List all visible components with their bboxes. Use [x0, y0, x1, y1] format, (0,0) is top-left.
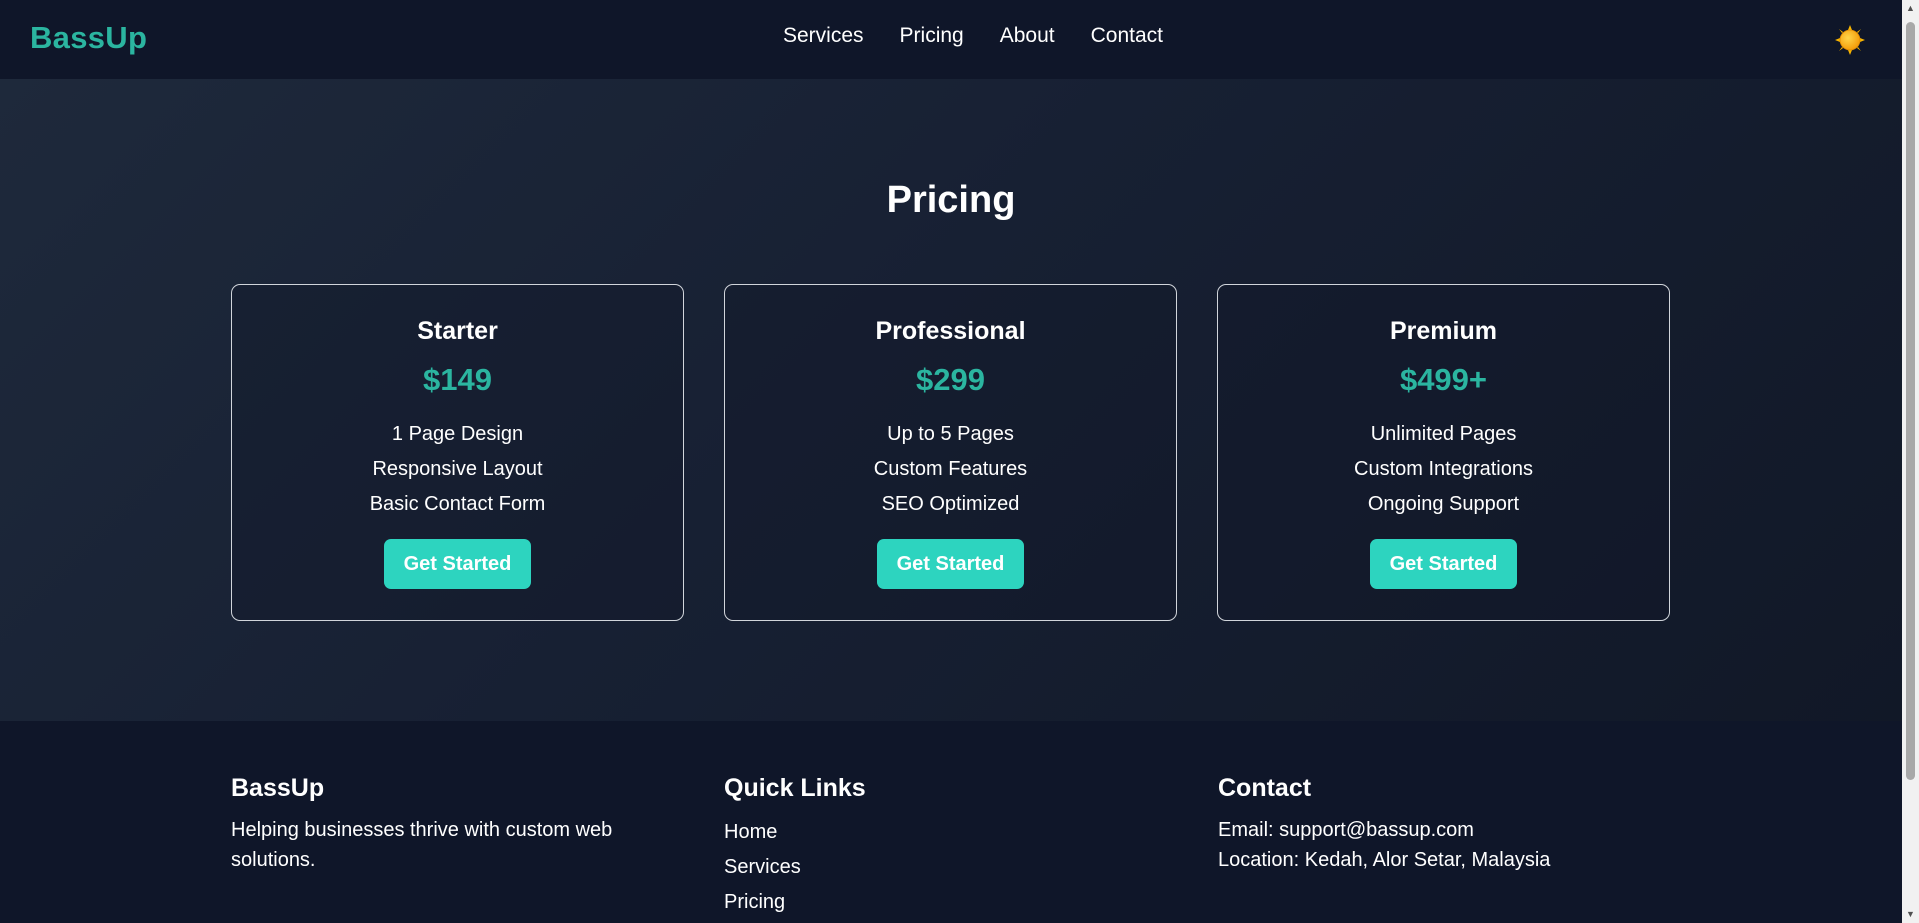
footer-link-pricing[interactable]: Pricing — [724, 885, 866, 920]
scrollbar-thumb[interactable] — [1906, 22, 1915, 780]
vertical-scrollbar[interactable]: ▲ ▼ — [1902, 0, 1919, 923]
footer-contact: Contact Email: support@bassup.com Locati… — [1218, 774, 1550, 875]
plan-price: $299 — [916, 362, 985, 397]
nav-link-about[interactable]: About — [1000, 24, 1055, 48]
pricing-title: Pricing — [886, 179, 1016, 221]
navbar: BassUp Services Pricing About Contact — [0, 0, 1902, 79]
plan-feature: Unlimited Pages — [1370, 423, 1517, 445]
plan-features: 1 Page Design Responsive Layout Basic Co… — [232, 417, 683, 522]
plan-feature: Responsive Layout — [372, 458, 543, 480]
plan-feature: Up to 5 Pages — [887, 423, 1014, 445]
footer-link-services[interactable]: Services — [724, 850, 866, 885]
footer-contact-title: Contact — [1218, 774, 1312, 802]
footer-brand-title: BassUp — [231, 774, 325, 802]
footer-contact-email: Email: support@bassup.com — [1218, 819, 1474, 841]
get-started-button-premium[interactable]: Get Started — [1369, 539, 1518, 589]
plan-card-starter: Starter $149 1 Page Design Responsive La… — [231, 284, 684, 621]
sun-icon[interactable] — [1834, 24, 1866, 56]
plan-feature: Custom Features — [873, 458, 1028, 480]
plan-name: Professional — [875, 317, 1026, 345]
nav-link-contact[interactable]: Contact — [1091, 24, 1163, 48]
footer-brand: BassUp Helping businesses thrive with cu… — [231, 774, 661, 875]
plan-features: Unlimited Pages Custom Integrations Ongo… — [1218, 417, 1669, 522]
plan-card-professional: Professional $299 Up to 5 Pages Custom F… — [724, 284, 1177, 621]
plan-feature: Custom Integrations — [1354, 458, 1533, 480]
pricing-section: Pricing Starter $149 1 Page Design Respo… — [0, 79, 1902, 721]
nav-link-pricing[interactable]: Pricing — [900, 24, 964, 48]
plan-name: Starter — [417, 317, 498, 345]
plan-card-premium: Premium $499+ Unlimited Pages Custom Int… — [1217, 284, 1670, 621]
get-started-button-professional[interactable]: Get Started — [876, 539, 1025, 589]
scroll-down-arrow-icon[interactable]: ▼ — [1902, 906, 1919, 923]
scroll-up-arrow-icon[interactable]: ▲ — [1902, 0, 1919, 17]
plan-price: $499+ — [1399, 362, 1488, 397]
footer-contact-location: Location: Kedah, Alor Setar, Malaysia — [1218, 849, 1551, 871]
footer-brand-text: Helping businesses thrive with custom we… — [231, 819, 613, 871]
plan-feature: Ongoing Support — [1367, 493, 1520, 515]
plan-feature: Basic Contact Form — [369, 493, 546, 515]
logo[interactable]: BassUp — [30, 20, 147, 56]
nav-links: Services Pricing About Contact — [783, 24, 1163, 48]
footer-link-home[interactable]: Home — [724, 815, 866, 850]
footer: BassUp Helping businesses thrive with cu… — [0, 721, 1902, 923]
nav-link-services[interactable]: Services — [783, 24, 864, 48]
get-started-button-starter[interactable]: Get Started — [383, 539, 532, 589]
plan-features: Up to 5 Pages Custom Features SEO Optimi… — [725, 417, 1176, 522]
plan-price: $149 — [423, 362, 492, 397]
footer-quick-links-title: Quick Links — [724, 774, 866, 802]
plan-feature: SEO Optimized — [881, 493, 1020, 515]
plan-feature: 1 Page Design — [391, 423, 524, 445]
footer-quick-links: Quick Links Home Services Pricing — [724, 774, 866, 920]
plan-name: Premium — [1390, 317, 1497, 345]
